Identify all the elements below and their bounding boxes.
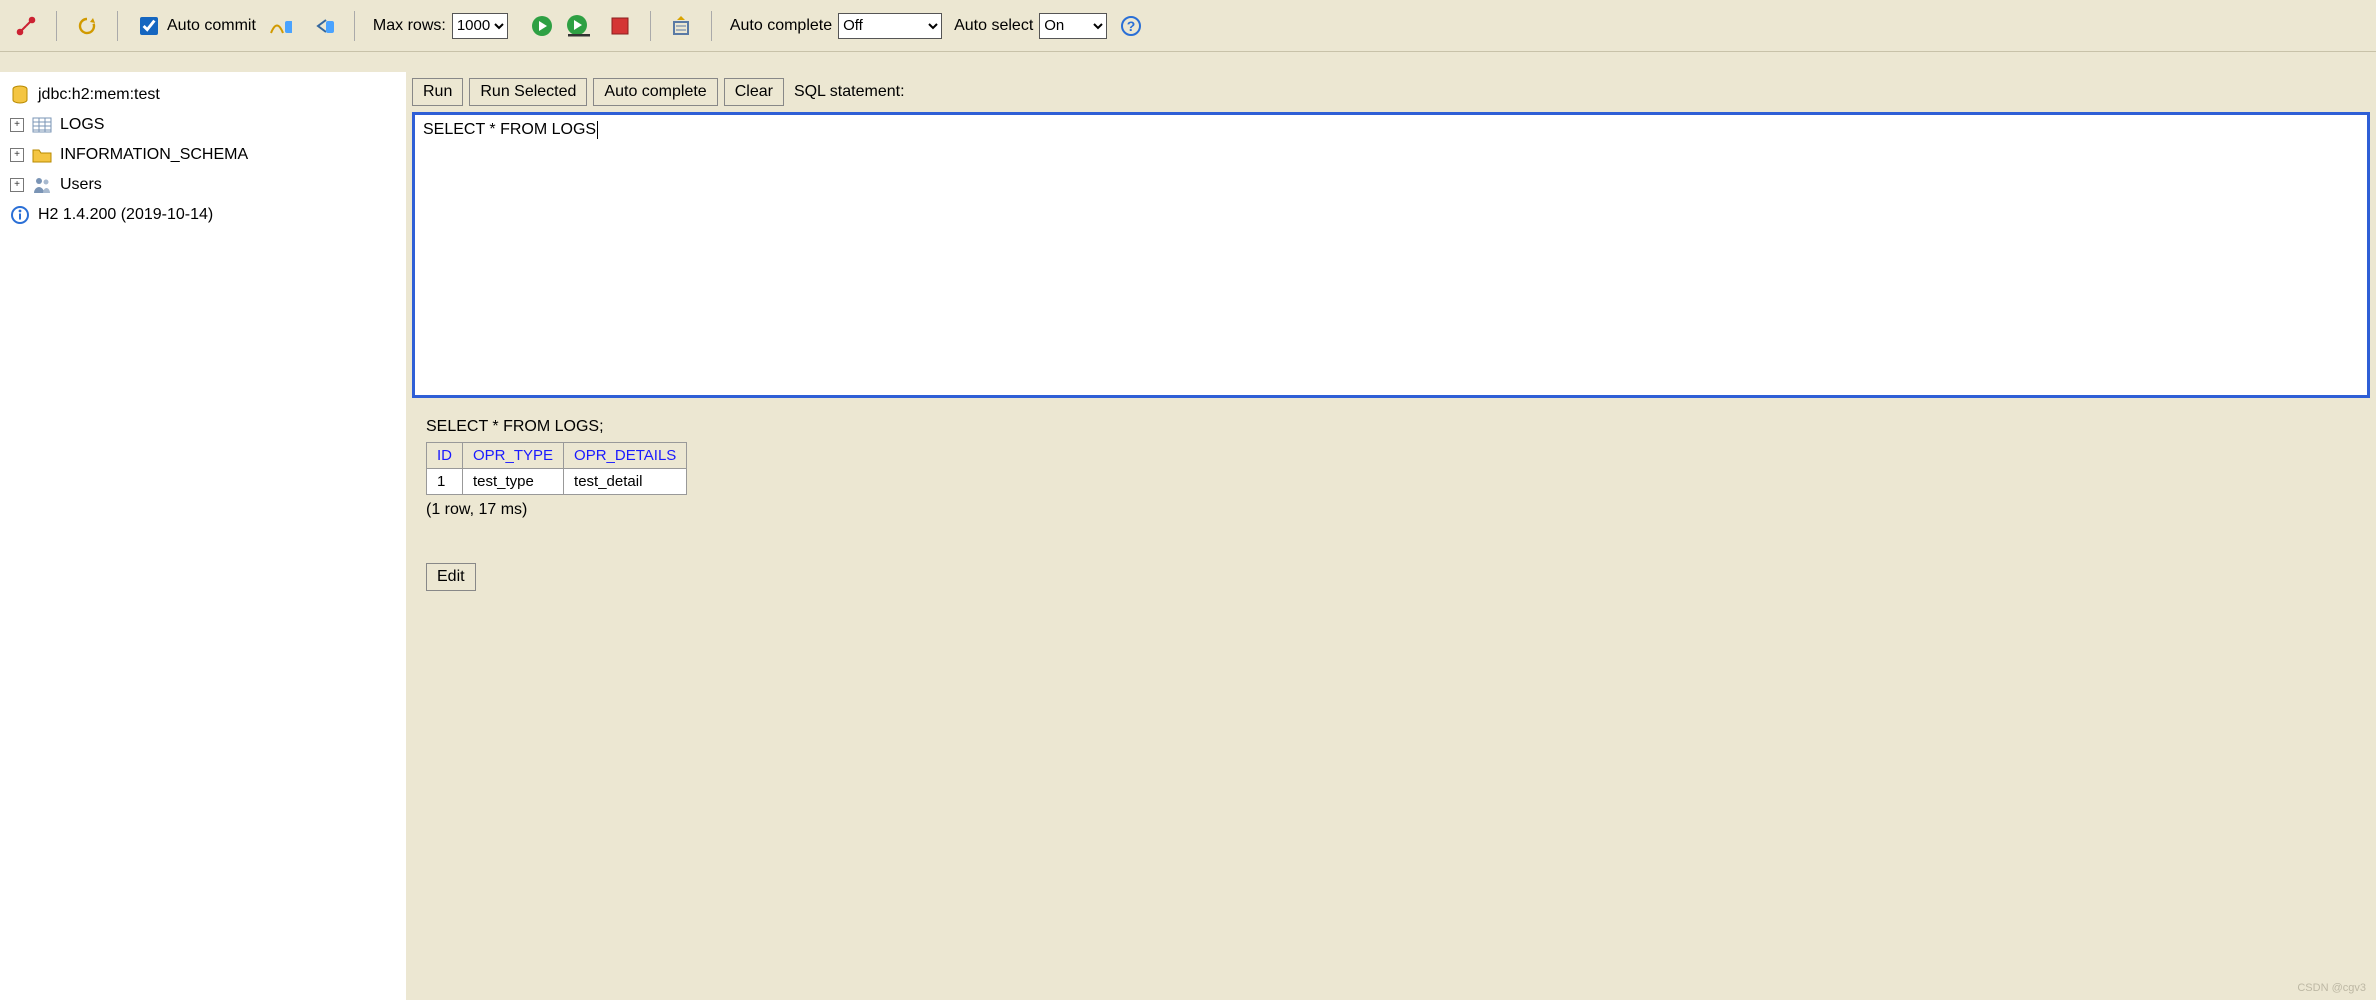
run-icon[interactable]	[530, 14, 554, 38]
text-cursor	[597, 121, 598, 139]
separator	[354, 11, 355, 41]
expand-icon[interactable]: +	[10, 178, 24, 192]
column-header[interactable]: OPR_DETAILS	[564, 443, 687, 469]
sql-editor-text: SELECT * FROM LOGS	[423, 121, 596, 138]
auto-select-label: Auto select	[954, 17, 1033, 35]
clear-button[interactable]: Clear	[724, 78, 784, 106]
expand-icon[interactable]: +	[10, 148, 24, 162]
tree-connection-label: jdbc:h2:mem:test	[38, 86, 160, 104]
run-selected-icon[interactable]	[566, 14, 590, 38]
table-cell: test_type	[463, 469, 564, 495]
tree-item-label: INFORMATION_SCHEMA	[60, 146, 248, 164]
help-icon[interactable]: ?	[1119, 14, 1143, 38]
auto-commit-checkbox[interactable]	[140, 17, 158, 35]
folder-icon	[32, 145, 52, 165]
rollback-icon[interactable]	[312, 14, 336, 38]
info-icon	[10, 205, 30, 225]
tree-version-label: H2 1.4.200 (2019-10-14)	[38, 206, 213, 224]
table-icon	[32, 115, 52, 135]
result-table: ID OPR_TYPE OPR_DETAILS 1 test_type test…	[426, 442, 687, 495]
max-rows-label: Max rows:	[373, 17, 446, 35]
toolbar: Auto commit Max rows: 1000 Au	[0, 0, 2376, 52]
tree-item-label: Users	[60, 176, 102, 194]
rowcount-text: (1 row, 17 ms)	[426, 501, 2356, 519]
statement-echo: SELECT * FROM LOGS;	[426, 418, 2356, 436]
auto-complete-label: Auto complete	[730, 17, 832, 35]
sql-editor[interactable]: SELECT * FROM LOGS	[412, 112, 2370, 398]
expand-icon[interactable]: +	[10, 118, 24, 132]
separator	[56, 11, 57, 41]
edit-button[interactable]: Edit	[426, 563, 476, 591]
column-header[interactable]: ID	[427, 443, 463, 469]
auto-commit-label: Auto commit	[167, 17, 256, 35]
tree-item-label: LOGS	[60, 116, 104, 134]
stop-icon[interactable]	[608, 14, 632, 38]
separator	[117, 11, 118, 41]
tree-item-logs[interactable]: + LOGS	[10, 110, 396, 140]
main-panel: Run Run Selected Auto complete Clear SQL…	[406, 72, 2376, 1000]
tree-item-info-schema[interactable]: + INFORMATION_SCHEMA	[10, 140, 396, 170]
table-cell: test_detail	[564, 469, 687, 495]
table-row[interactable]: 1 test_type test_detail	[427, 469, 687, 495]
tree-item-users[interactable]: + Users	[10, 170, 396, 200]
svg-text:?: ?	[1127, 18, 1136, 34]
max-rows-select[interactable]: 1000	[452, 13, 508, 39]
auto-complete-select[interactable]: Off	[838, 13, 942, 39]
auto-select-select[interactable]: On	[1039, 13, 1107, 39]
separator	[711, 11, 712, 41]
tree-version: H2 1.4.200 (2019-10-14)	[10, 200, 396, 230]
results-panel: SELECT * FROM LOGS; ID OPR_TYPE OPR_DETA…	[406, 398, 2376, 611]
users-icon	[32, 175, 52, 195]
run-selected-button[interactable]: Run Selected	[469, 78, 587, 106]
run-button[interactable]: Run	[412, 78, 463, 106]
database-icon	[10, 85, 30, 105]
history-icon[interactable]	[669, 14, 693, 38]
tree-panel: jdbc:h2:mem:test + LOGS + INFORMATION_SC…	[0, 72, 406, 1000]
sql-toolbar: Run Run Selected Auto complete Clear SQL…	[406, 72, 2376, 112]
disconnect-icon[interactable]	[14, 14, 38, 38]
table-header-row: ID OPR_TYPE OPR_DETAILS	[427, 443, 687, 469]
sql-statement-label: SQL statement:	[794, 83, 905, 101]
separator	[650, 11, 651, 41]
tree-connection[interactable]: jdbc:h2:mem:test	[10, 80, 396, 110]
refresh-icon[interactable]	[75, 14, 99, 38]
column-header[interactable]: OPR_TYPE	[463, 443, 564, 469]
table-cell: 1	[427, 469, 463, 495]
commit-icon[interactable]	[268, 14, 292, 38]
auto-complete-button[interactable]: Auto complete	[593, 78, 717, 106]
watermark: CSDN @cgv3	[2297, 982, 2366, 994]
